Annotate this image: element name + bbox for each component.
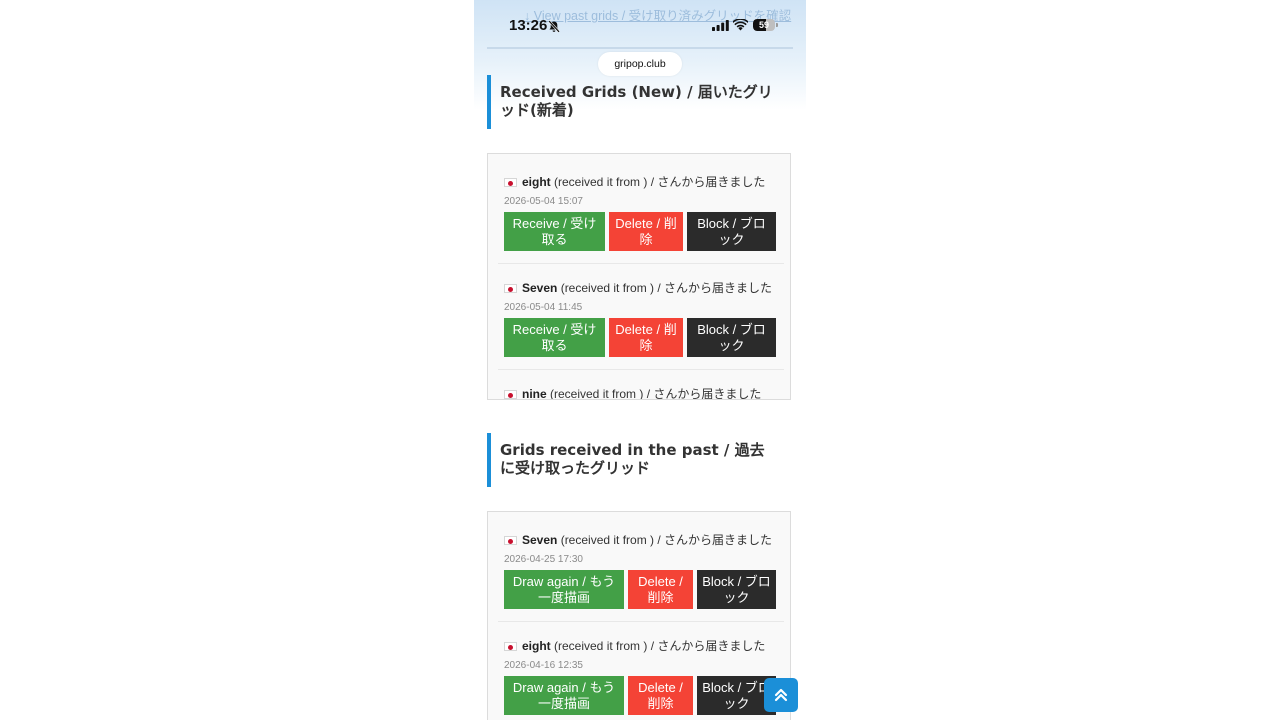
received-date: 2026-05-04 11:45: [504, 302, 583, 313]
delete-button[interactable]: Delete / 削除: [609, 318, 683, 357]
japan-flag-icon: [504, 284, 517, 293]
item-divider: [498, 263, 784, 264]
wifi-icon: [733, 19, 748, 31]
sender-line: Seven (received it from ) / さんから届きました: [504, 531, 780, 549]
sender-name: Seven: [522, 281, 558, 295]
received-text: (received it from ) / さんから届きました: [557, 281, 773, 295]
block-button[interactable]: Block / ブロック: [687, 212, 776, 251]
received-grids-new-list[interactable]: eight (received it from ) / さんから届きました 20…: [487, 153, 791, 400]
received-date: 2026-04-25 17:30: [504, 554, 583, 565]
received-date: 2026-05-04 15:07: [504, 196, 583, 207]
japan-flag-icon: [504, 178, 517, 187]
received-text: (received it from ) / さんから届きました: [546, 387, 762, 400]
draw-again-button[interactable]: Draw again / もう一度描画: [504, 676, 624, 715]
received-text: (received it from ) / さんから届きました: [550, 639, 766, 653]
item-divider: [498, 621, 784, 622]
sender-line: nine (received it from ) / さんから届きました: [504, 385, 780, 400]
section-title-past: Grids received in the past / 過去に受け取ったグリッ…: [487, 433, 777, 487]
delete-button[interactable]: Delete / 削除: [609, 212, 683, 251]
block-button[interactable]: Block / ブロック: [687, 318, 776, 357]
sender-name: Seven: [522, 533, 558, 547]
scroll-to-top-button[interactable]: [764, 678, 798, 712]
bell-muted-icon: [548, 20, 560, 33]
block-button[interactable]: Block / ブロック: [697, 570, 776, 609]
battery-icon: 59: [753, 19, 775, 31]
sender-line: eight (received it from ) / さんから届きました: [504, 173, 780, 191]
cellular-signal-icon: [712, 20, 729, 31]
action-buttons: Draw again / もう一度描画 Delete / 削除 Block / …: [504, 676, 780, 715]
delete-button[interactable]: Delete / 削除: [628, 570, 693, 609]
status-time: 13:26: [509, 17, 548, 34]
delete-button[interactable]: Delete / 削除: [628, 676, 693, 715]
address-bar[interactable]: gripop.club: [598, 52, 682, 76]
list-item: eight (received it from ) / さんから届きました 20…: [504, 173, 780, 251]
double-chevron-up-icon: [774, 688, 788, 702]
item-divider: [498, 369, 784, 370]
received-text: (received it from ) / さんから届きました: [550, 175, 766, 189]
sender-name: eight: [522, 639, 551, 653]
receive-button[interactable]: Receive / 受け取る: [504, 212, 605, 251]
list-item: eight (received it from ) / さんから届きました 20…: [498, 621, 784, 715]
section-title-new: Received Grids (New) / 届いたグリッド(新着): [487, 75, 777, 129]
received-date: 2026-04-16 12:35: [504, 660, 583, 671]
phone-screen: 13:26 59 ↓ View past grids / 受け取り済みグリッドを…: [474, 0, 806, 720]
draw-again-button[interactable]: Draw again / もう一度描画: [504, 570, 624, 609]
battery-tip: [776, 23, 778, 27]
sender-line: Seven (received it from ) / さんから届きました: [504, 279, 780, 297]
action-buttons: Receive / 受け取る Delete / 削除 Block / ブロック: [504, 212, 780, 251]
battery-percent: 59: [758, 20, 769, 30]
japan-flag-icon: [504, 390, 517, 399]
list-item: nine (received it from ) / さんから届きました: [498, 369, 784, 400]
japan-flag-icon: [504, 536, 517, 545]
sender-line: eight (received it from ) / さんから届きました: [504, 637, 780, 655]
action-buttons: Receive / 受け取る Delete / 削除 Block / ブロック: [504, 318, 780, 357]
receive-button[interactable]: Receive / 受け取る: [504, 318, 605, 357]
status-bar: 13:26 59: [474, 0, 806, 52]
japan-flag-icon: [504, 642, 517, 651]
received-text: (received it from ) / さんから届きました: [557, 533, 773, 547]
sender-name: nine: [522, 387, 547, 400]
action-buttons: Draw again / もう一度描画 Delete / 削除 Block / …: [504, 570, 780, 609]
sender-name: eight: [522, 175, 551, 189]
list-item: Seven (received it from ) / さんから届きました 20…: [498, 263, 784, 357]
received-grids-past-list[interactable]: Seven (received it from ) / さんから届きました 20…: [487, 511, 791, 720]
list-item: Seven (received it from ) / さんから届きました 20…: [504, 531, 780, 609]
